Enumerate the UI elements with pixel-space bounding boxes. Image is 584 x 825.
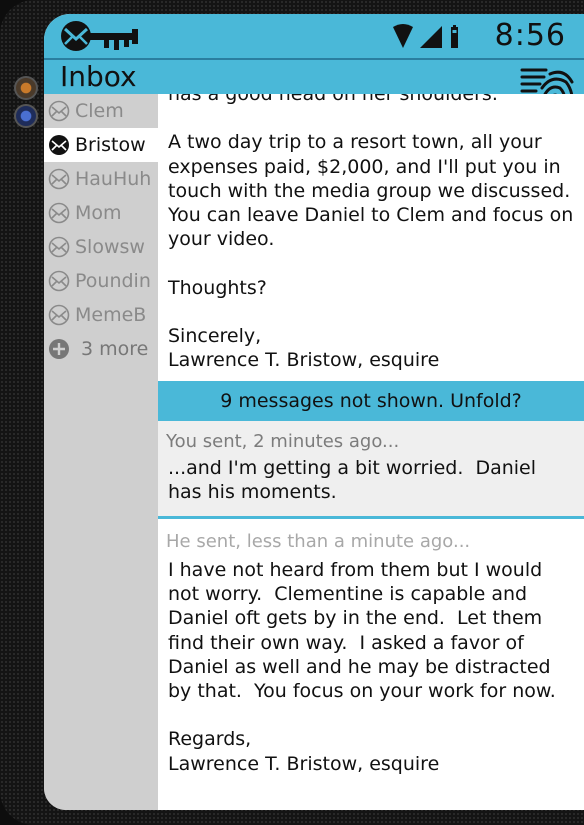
mail-icon bbox=[48, 270, 70, 292]
message-thread: has a good head on her shoulders. A two … bbox=[158, 94, 584, 810]
mail-icon bbox=[48, 304, 70, 326]
mail-icon bbox=[48, 168, 70, 190]
message-body: I have not heard from them but I would n… bbox=[168, 559, 556, 775]
sidebar-item-poundin[interactable]: Poundin bbox=[44, 264, 158, 298]
phone-frame: 8:56 Inbox Clem Bristow HauHuh Mom Slows… bbox=[0, 0, 584, 825]
sidebar-item-clem[interactable]: Clem bbox=[44, 94, 158, 128]
sidebar-item-label: Bristow bbox=[75, 134, 146, 156]
mail-icon bbox=[48, 236, 70, 258]
message-body: ...and I'm getting a bit worried. Daniel… bbox=[168, 457, 543, 504]
message-sender: You sent, 2 minutes ago... bbox=[166, 431, 400, 452]
camera-lens-icon bbox=[14, 104, 38, 128]
sidebar-item-label: MemeB bbox=[75, 304, 147, 326]
status-bar: 8:56 bbox=[44, 14, 584, 60]
phone-screen: 8:56 Inbox Clem Bristow HauHuh Mom Slows… bbox=[44, 14, 584, 810]
status-icons bbox=[393, 24, 458, 48]
wifi-icon bbox=[393, 24, 413, 48]
sent-message: You sent, 2 minutes ago... ...and I'm ge… bbox=[158, 421, 584, 519]
message-sender: He sent, less than a minute ago... bbox=[166, 531, 471, 552]
sidebar-item-slowsw[interactable]: Slowsw bbox=[44, 230, 158, 264]
mail-icon bbox=[48, 100, 70, 122]
status-time: 8:56 bbox=[494, 18, 566, 53]
sidebar-item-label: Mom bbox=[75, 202, 122, 224]
unfold-messages-button[interactable]: 9 messages not shown. Unfold? bbox=[158, 381, 584, 421]
mail-icon bbox=[48, 202, 70, 224]
sidebar-item-memeb[interactable]: MemeB bbox=[44, 298, 158, 332]
plus-circle-icon bbox=[49, 339, 69, 359]
camera-lens-icon bbox=[14, 76, 38, 100]
sidebar-item-mom[interactable]: Mom bbox=[44, 196, 158, 230]
sidebar-more-label: 3 more bbox=[81, 338, 149, 360]
sidebar-item-label: Poundin bbox=[75, 270, 151, 292]
sidebar-item-label: HauHuh bbox=[75, 168, 152, 190]
mail-icon bbox=[49, 135, 69, 155]
sidebar-item-bristow[interactable]: Bristow bbox=[44, 128, 158, 162]
page-title: Inbox bbox=[60, 60, 137, 93]
battery-icon bbox=[451, 25, 458, 48]
app-logo-icon bbox=[61, 21, 138, 51]
sidebar-item-hauhuh[interactable]: HauHuh bbox=[44, 162, 158, 196]
app-header: Inbox bbox=[44, 60, 584, 94]
sidebar-item-label: Slowsw bbox=[75, 236, 145, 258]
message-body: has a good head on her shoulders. A two … bbox=[168, 94, 574, 372]
conversation-sidebar: Clem Bristow HauHuh Mom Slowsw Poundin M… bbox=[44, 94, 158, 810]
signal-icon bbox=[420, 26, 442, 48]
sidebar-item-label: Clem bbox=[75, 100, 124, 122]
sidebar-more-button[interactable]: 3 more bbox=[44, 332, 158, 366]
